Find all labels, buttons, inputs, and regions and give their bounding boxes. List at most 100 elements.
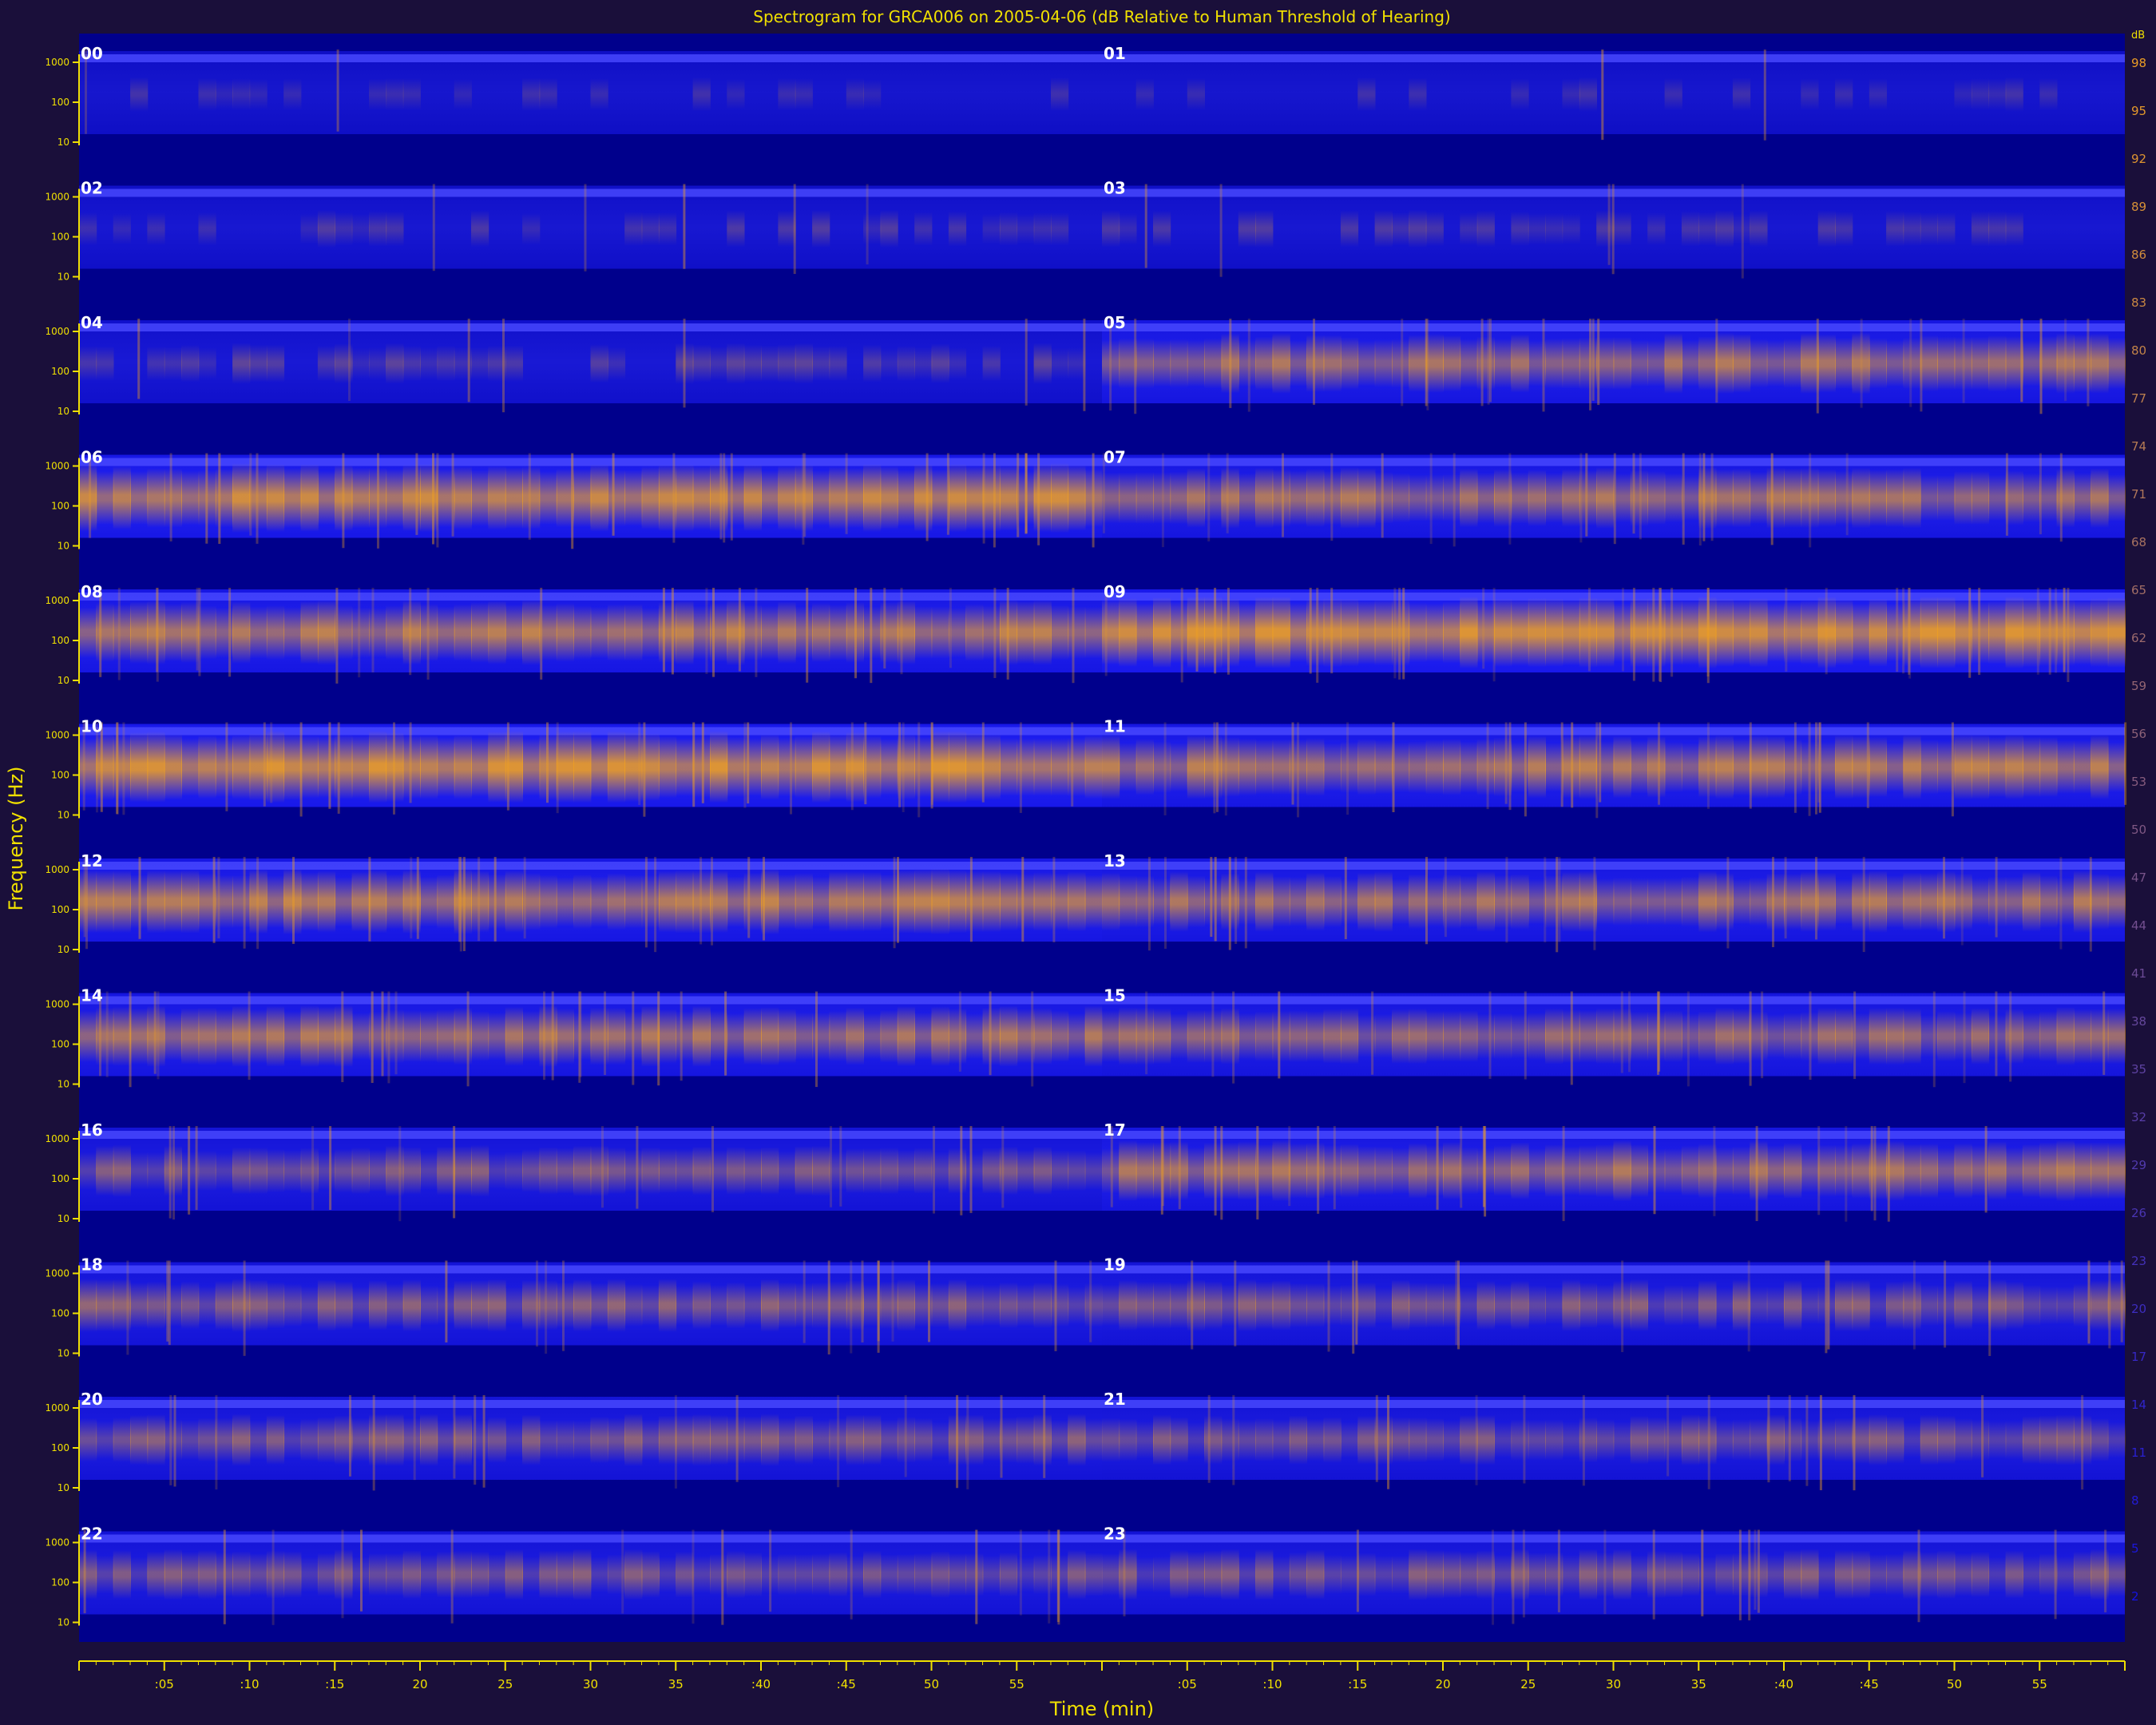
energy-segment (1971, 735, 1990, 799)
energy-segment (1051, 462, 1069, 533)
energy-segment (1647, 878, 1666, 926)
energy-segment (2107, 1422, 2126, 1458)
energy-segment (1102, 1418, 1120, 1462)
energy-segment (676, 1551, 694, 1598)
energy-segment (317, 1151, 336, 1190)
energy-segment (846, 871, 864, 932)
energy-segment (1392, 1009, 1410, 1064)
energy-segment (1698, 1011, 1717, 1061)
energy-segment (1732, 600, 1751, 665)
energy-segment (1306, 1010, 1325, 1062)
energy-segment (1357, 1415, 1376, 1465)
transient-streak (1387, 1395, 1389, 1489)
energy-segment (1135, 739, 1154, 795)
transient-streak (730, 453, 733, 541)
energy-segment (1272, 1010, 1290, 1062)
energy-segment (1272, 876, 1290, 927)
transient-streak (636, 1126, 639, 1209)
energy-segment (1170, 601, 1188, 664)
transient-streak (1453, 453, 1456, 547)
energy-segment (402, 1418, 421, 1462)
energy-segment (743, 1285, 762, 1326)
energy-segment (539, 1550, 557, 1599)
energy-segment (1170, 871, 1188, 932)
energy-segment (1545, 598, 1563, 667)
energy-segment (2005, 735, 2023, 799)
energy-segment (1937, 475, 1956, 521)
y-tick-label: 1000 (45, 999, 69, 1010)
energy-segment (147, 732, 165, 803)
transient-streak (1995, 991, 1998, 1077)
energy-segment (1971, 1552, 1990, 1597)
transient-streak (2064, 319, 2067, 402)
energy-segment (402, 1279, 421, 1332)
energy-segment (1255, 209, 1274, 248)
transient-streak (1092, 453, 1095, 548)
energy-segment (420, 1414, 438, 1466)
transient-streak (747, 722, 750, 804)
energy-segment (1715, 210, 1734, 248)
transient-streak (328, 722, 331, 809)
energy-segment (692, 466, 711, 530)
energy-segment (1443, 335, 1461, 392)
energy-segment (1698, 1415, 1717, 1465)
transient-streak (700, 857, 703, 945)
transient-streak (743, 722, 747, 808)
energy-segment (96, 346, 114, 381)
energy-segment (556, 1008, 574, 1065)
energy-segment (1886, 1007, 1904, 1065)
energy-segment (79, 212, 97, 245)
energy-segment (2107, 1008, 2126, 1065)
energy-segment (829, 605, 847, 660)
transient-streak (1639, 453, 1642, 540)
energy-segment (999, 465, 1018, 531)
transient-streak (432, 453, 434, 545)
energy-segment (743, 1148, 762, 1194)
energy-segment (198, 1150, 216, 1192)
energy-segment (880, 1148, 898, 1195)
energy-segment (1715, 1287, 1734, 1324)
energy-segment (1084, 735, 1103, 799)
energy-segment (317, 210, 336, 248)
energy-segment (812, 209, 830, 248)
energy-segment (658, 212, 677, 246)
energy-segment (1068, 1286, 1086, 1324)
energy-segment (727, 78, 745, 110)
transient-streak (1601, 50, 1604, 141)
transient-streak (1480, 319, 1484, 406)
transient-streak (2059, 453, 2063, 542)
transient-streak (1037, 453, 1040, 545)
transient-streak (1297, 722, 1299, 818)
energy-segment (1272, 1556, 1290, 1593)
frequency-axes: 1000100101000100101000100101000100101000… (45, 54, 80, 1628)
y-tick-label: 1000 (45, 1268, 69, 1279)
energy-segment (982, 1148, 1001, 1194)
energy-segment (539, 1420, 557, 1460)
energy-segment (1869, 470, 1887, 526)
transient-streak (1613, 453, 1616, 545)
energy-segment (1033, 1008, 1052, 1065)
energy-segment (198, 1418, 216, 1462)
x-tick-label: :05 (1178, 1677, 1197, 1691)
energy-segment (1681, 1013, 1700, 1060)
energy-segment (1017, 601, 1035, 664)
energy-segment (1357, 1552, 1376, 1596)
energy-segment (113, 870, 131, 933)
transient-streak (1256, 1126, 1259, 1219)
transient-streak (1784, 857, 1787, 939)
energy-segment (522, 1149, 541, 1192)
energy-segment (1681, 600, 1700, 665)
energy-segment (692, 736, 711, 798)
transient-streak (1071, 722, 1074, 807)
energy-segment (1528, 1285, 1546, 1326)
energy-segment (607, 347, 626, 380)
energy-segment (1306, 1142, 1325, 1200)
energy-segment (676, 1148, 694, 1193)
hour-label: 01 (1104, 44, 1126, 63)
transient-streak (1622, 588, 1624, 672)
transient-streak (1853, 1395, 1856, 1491)
y-tick-label: 1000 (45, 1133, 69, 1144)
transient-streak (299, 722, 303, 817)
energy-segment (437, 1009, 455, 1064)
transient-streak (413, 1395, 416, 1481)
